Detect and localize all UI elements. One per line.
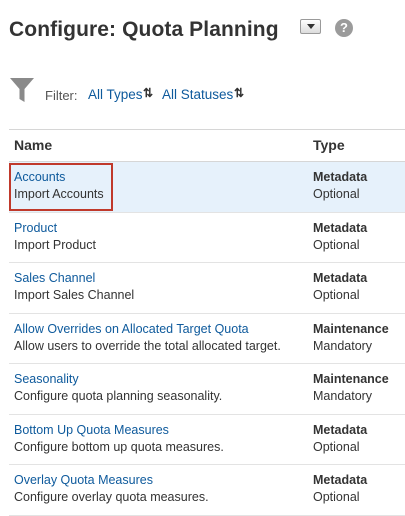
row-type: Maintenance <box>313 321 389 336</box>
row-description: Allow users to override the total alloca… <box>14 338 281 353</box>
tasks-table: Name Type Accounts Import Accounts Metad… <box>9 129 405 516</box>
row-requirement: Optional <box>313 490 360 504</box>
column-header-name[interactable]: Name <box>14 137 52 153</box>
row-name-link[interactable]: Product <box>14 221 57 235</box>
row-requirement: Optional <box>313 237 360 252</box>
row-requirement: Mandatory <box>313 389 373 403</box>
page-title: Configure: Quota Planning <box>9 18 279 41</box>
page-header: Configure: Quota Planning <box>9 14 279 46</box>
table-row[interactable]: Overlay Quota Measures Configure overlay… <box>9 465 405 516</box>
filter-types-link[interactable]: All Types <box>88 87 143 102</box>
swap-icon[interactable]: ⇅ <box>143 86 153 100</box>
actions-menu-button[interactable] <box>300 19 321 34</box>
row-description: Configure bottom up quota measures. <box>14 439 224 454</box>
row-name-link[interactable]: Bottom Up Quota Measures <box>14 423 169 437</box>
row-description: Configure overlay quota measures. <box>14 490 209 504</box>
row-description: Import Accounts <box>14 187 104 201</box>
row-requirement: Optional <box>313 439 360 454</box>
row-name-link[interactable]: Sales Channel <box>14 271 95 285</box>
row-name-link[interactable]: Overlay Quota Measures <box>14 473 153 487</box>
filter-bar: Filter: All Types ⇅ All Statuses ⇅ <box>10 78 400 104</box>
dropdown-arrow-icon <box>306 24 315 29</box>
row-requirement: Mandatory <box>313 338 373 353</box>
table-row[interactable]: Accounts Import Accounts Metadata Option… <box>9 162 405 213</box>
row-description: Import Sales Channel <box>14 288 135 302</box>
help-icon[interactable]: ? <box>335 19 353 37</box>
row-type: Maintenance <box>313 372 389 386</box>
row-type: Metadata <box>313 220 368 235</box>
row-name-link[interactable]: Seasonality <box>14 372 79 386</box>
table-row[interactable]: Sales Channel Import Sales Channel Metad… <box>9 263 405 314</box>
column-header-type[interactable]: Type <box>313 137 345 153</box>
row-type: Metadata <box>313 473 368 487</box>
row-type: Metadata <box>313 271 368 285</box>
table-row[interactable]: Allow Overrides on Allocated Target Quot… <box>9 314 405 364</box>
row-requirement: Optional <box>313 288 360 302</box>
swap-icon[interactable]: ⇅ <box>234 86 244 100</box>
filter-label: Filter: <box>45 88 78 103</box>
row-name-link[interactable]: Accounts <box>14 170 65 184</box>
table-row[interactable]: Bottom Up Quota Measures Configure botto… <box>9 415 405 465</box>
funnel-icon <box>10 78 34 102</box>
row-requirement: Optional <box>313 187 360 201</box>
table-row[interactable]: Product Import Product Metadata Optional <box>9 213 405 263</box>
row-name-link[interactable]: Allow Overrides on Allocated Target Quot… <box>14 322 249 336</box>
filter-statuses-link[interactable]: All Statuses <box>162 87 233 102</box>
row-description: Configure quota planning seasonality. <box>14 389 223 403</box>
row-description: Import Product <box>14 237 96 252</box>
row-type: Metadata <box>313 422 368 437</box>
row-type: Metadata <box>313 170 368 184</box>
table-header: Name Type <box>9 129 405 162</box>
table-row[interactable]: Seasonality Configure quota planning sea… <box>9 364 405 415</box>
